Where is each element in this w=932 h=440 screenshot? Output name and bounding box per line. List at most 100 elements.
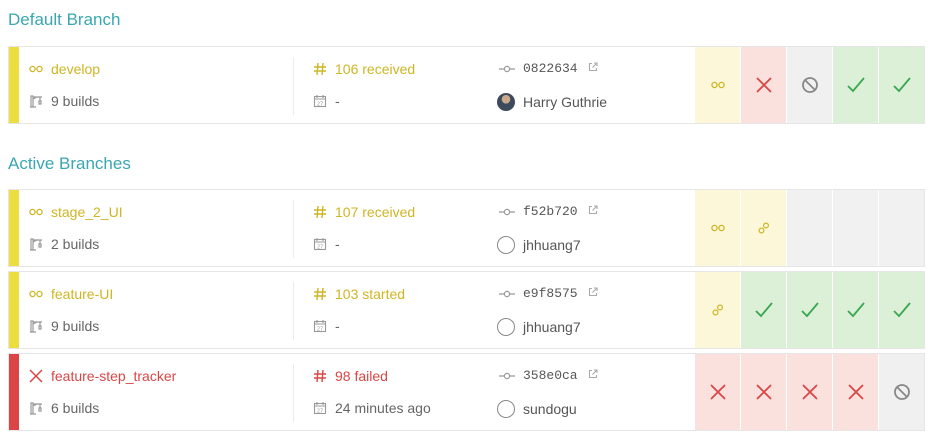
build-started[interactable]	[694, 47, 740, 123]
branch-row-feature-ui[interactable]: feature-UI 9 builds 103 started 27 - e9f…	[8, 271, 925, 349]
avatar	[497, 318, 515, 336]
builds-count-cell[interactable]: 2 builds	[29, 236, 99, 252]
hash-icon	[313, 62, 327, 76]
commit-sha: 0822634	[523, 61, 578, 76]
builds-count: 2 builds	[51, 236, 100, 252]
request-cell[interactable]: 98 failed	[313, 368, 388, 384]
build-failed[interactable]	[694, 354, 740, 430]
builds-count-cell[interactable]: 6 builds	[29, 400, 99, 416]
check-icon	[892, 77, 911, 93]
builds-count-cell[interactable]: 9 builds	[29, 93, 99, 109]
calendar-icon: 27	[313, 401, 327, 415]
active-branches-title: Active Branches	[8, 154, 131, 173]
build-passed[interactable]	[786, 272, 832, 348]
check-icon	[892, 302, 911, 318]
avatar	[497, 400, 515, 418]
calendar-icon: 27	[313, 319, 327, 333]
created-icon	[757, 222, 769, 234]
divider	[293, 282, 294, 340]
infinity-icon	[710, 81, 725, 89]
calendar-icon: 27	[313, 94, 327, 108]
build-passed[interactable]	[878, 272, 924, 348]
commit-icon	[499, 289, 515, 299]
external-link-icon[interactable]	[588, 61, 598, 76]
commit-icon	[499, 207, 515, 217]
build-empty	[832, 190, 878, 266]
builds-count: 6 builds	[51, 400, 100, 416]
date-cell: 27 24 minutes ago	[313, 400, 431, 416]
branch-name: feature-step_tracker	[51, 368, 177, 384]
date-cell: 27 -	[313, 93, 340, 109]
branch-name-cell[interactable]: stage_2_UI	[29, 204, 123, 220]
build-failed[interactable]	[786, 354, 832, 430]
external-link-icon[interactable]	[588, 368, 598, 383]
status-stripe	[9, 190, 19, 266]
build-created[interactable]	[740, 190, 786, 266]
date-text: -	[335, 318, 340, 334]
build-passed[interactable]	[832, 47, 878, 123]
svg-text:27: 27	[317, 408, 323, 414]
build-canceled[interactable]	[878, 354, 924, 430]
svg-text:27: 27	[317, 244, 323, 250]
author-name: jhhuang7	[523, 237, 581, 253]
commit-sha: e9f8575	[523, 286, 578, 301]
build-history	[694, 272, 924, 348]
external-link-icon[interactable]	[588, 204, 598, 219]
svg-text:27: 27	[317, 101, 323, 107]
build-history	[694, 354, 924, 430]
cross-icon	[709, 384, 726, 400]
branch-row-default[interactable]: develop 9 builds 106 received 27 - 08226…	[8, 46, 925, 124]
status-stripe	[9, 47, 19, 123]
date-text: -	[335, 93, 340, 109]
crane-icon	[29, 94, 43, 108]
builds-count-cell[interactable]: 9 builds	[29, 318, 99, 334]
request-cell[interactable]: 103 started	[313, 286, 405, 302]
build-canceled[interactable]	[786, 47, 832, 123]
build-started[interactable]	[694, 190, 740, 266]
branch-row-feature-step-tracker[interactable]: feature-step_tracker 6 builds 98 failed …	[8, 353, 925, 431]
commit-cell[interactable]: e9f8575	[499, 286, 598, 301]
build-failed[interactable]	[832, 354, 878, 430]
build-passed[interactable]	[740, 272, 786, 348]
cross-icon	[755, 384, 772, 400]
branch-name: feature-UI	[51, 286, 114, 302]
request-cell[interactable]: 106 received	[313, 61, 415, 77]
branch-name-cell[interactable]: feature-UI	[29, 286, 113, 302]
commit-cell[interactable]: f52b720	[499, 204, 598, 219]
infinity-icon	[29, 208, 43, 216]
date-cell: 27 -	[313, 236, 340, 252]
commit-cell[interactable]: 0822634	[499, 61, 598, 76]
build-passed[interactable]	[832, 272, 878, 348]
check-icon	[800, 302, 819, 318]
builds-count: 9 builds	[51, 318, 100, 334]
date-cell: 27 -	[313, 318, 340, 334]
branch-row-stage-2-ui[interactable]: stage_2_UI 2 builds 107 received 27 - f5…	[8, 189, 925, 267]
author-cell: jhhuang7	[497, 236, 581, 254]
request-number: 98 failed	[335, 368, 388, 384]
author-cell: jhhuang7	[497, 318, 581, 336]
avatar	[497, 93, 515, 111]
build-failed[interactable]	[740, 354, 786, 430]
hash-icon	[313, 369, 327, 383]
build-failed[interactable]	[740, 47, 786, 123]
cross-icon	[847, 384, 864, 400]
commit-cell[interactable]: 358e0ca	[499, 368, 598, 383]
build-empty	[878, 190, 924, 266]
calendar-icon: 27	[313, 237, 327, 251]
request-cell[interactable]: 107 received	[313, 204, 415, 220]
build-passed[interactable]	[878, 47, 924, 123]
request-number: 106 received	[335, 61, 416, 77]
branch-name-cell[interactable]: feature-step_tracker	[29, 368, 176, 384]
external-link-icon[interactable]	[588, 286, 598, 301]
build-created[interactable]	[694, 272, 740, 348]
check-icon	[846, 302, 865, 318]
build-history	[694, 190, 924, 266]
cross-icon	[755, 77, 772, 93]
infinity-icon	[710, 224, 725, 232]
commit-icon	[499, 64, 515, 74]
branch-name-cell[interactable]: develop	[29, 61, 100, 77]
branch-name: stage_2_UI	[51, 204, 123, 220]
branch-name: develop	[51, 61, 101, 77]
divider	[293, 57, 294, 115]
request-number: 103 started	[335, 286, 406, 302]
